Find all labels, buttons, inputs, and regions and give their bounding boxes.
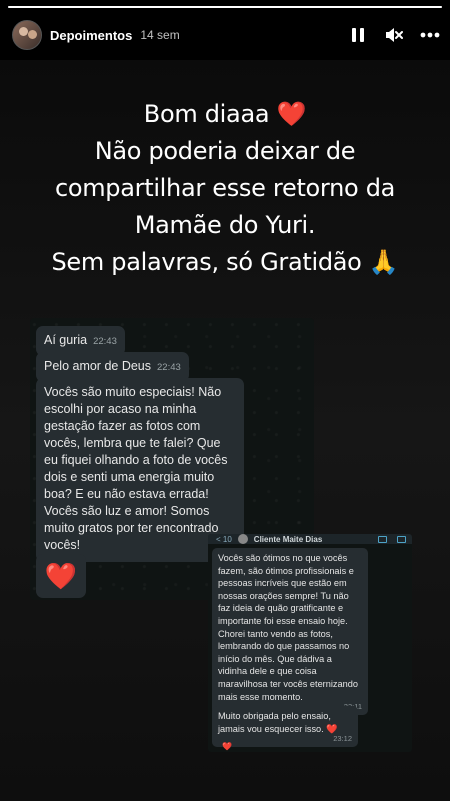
phone-icon (397, 535, 406, 543)
partial-heart-emoji: ❤️ (222, 742, 232, 751)
message-text: Vocês são muito especiais! Não escolhi p… (44, 385, 228, 552)
chat-screenshot-2: < 10 Cliente Maite Dias Vocês são ótimos… (208, 534, 412, 752)
contact-name: Cliente Maite Dias (253, 534, 323, 544)
message-time: 22:43 (157, 362, 181, 373)
caption-line-4: Mamãe do Yuri. (134, 211, 316, 239)
avatar[interactable] (12, 20, 42, 50)
message-text: Pelo amor de Deus (44, 359, 152, 373)
message-text: Aí guria (44, 333, 88, 347)
chat-message: Vocês são ótimos no que vocês fazem, são… (212, 548, 368, 716)
caption-text-5: Sem palavras, só Gratidão (51, 248, 362, 276)
caption-line-1: Bom diaaa ❤️ (10, 96, 440, 133)
message-time: 23:12 (333, 733, 352, 743)
story-caption: Bom diaaa ❤️ Não poderia deixar de compa… (10, 96, 440, 281)
chat-header: < 10 Cliente Maite Dias (208, 534, 412, 544)
message-text: Muito obrigada pelo ensaio, jamais vou e… (218, 711, 338, 734)
heart-emoji: ❤️ (44, 560, 78, 591)
caption-line-2: Não poderia deixar de (94, 137, 356, 165)
message-text: Vocês são ótimos no que vocês fazem, são… (218, 553, 358, 702)
call-icons (378, 535, 406, 543)
video-call-icon (378, 535, 387, 543)
caption-line-5: Sem palavras, só Gratidão 🙏 (10, 244, 440, 281)
praying-hands-emoji: 🙏 (368, 248, 399, 276)
story-username[interactable]: Depoimentos (50, 28, 132, 43)
story-time: 14 sem (140, 28, 180, 42)
message-time: 22:43 (93, 336, 117, 347)
header-controls (348, 25, 440, 45)
more-horizontal-icon[interactable] (420, 25, 440, 45)
caption-text-1: Bom diaaa (143, 100, 270, 128)
story-progress-fill (8, 6, 442, 8)
story-header: Depoimentos 14 sem (12, 18, 440, 52)
heart-emoji: ❤️ (276, 100, 307, 128)
caption-line-3: compartilhar esse retorno da (54, 174, 396, 202)
contact-avatar (237, 534, 248, 544)
back-count: < 10 (216, 534, 232, 544)
speaker-muted-icon[interactable] (384, 25, 404, 45)
pause-icon[interactable] (348, 25, 368, 45)
chat-message: Muito obrigada pelo ensaio, jamais vou e… (212, 706, 358, 748)
chat-message-heart: ❤️ (36, 554, 86, 598)
story-progress-bar (8, 6, 442, 8)
